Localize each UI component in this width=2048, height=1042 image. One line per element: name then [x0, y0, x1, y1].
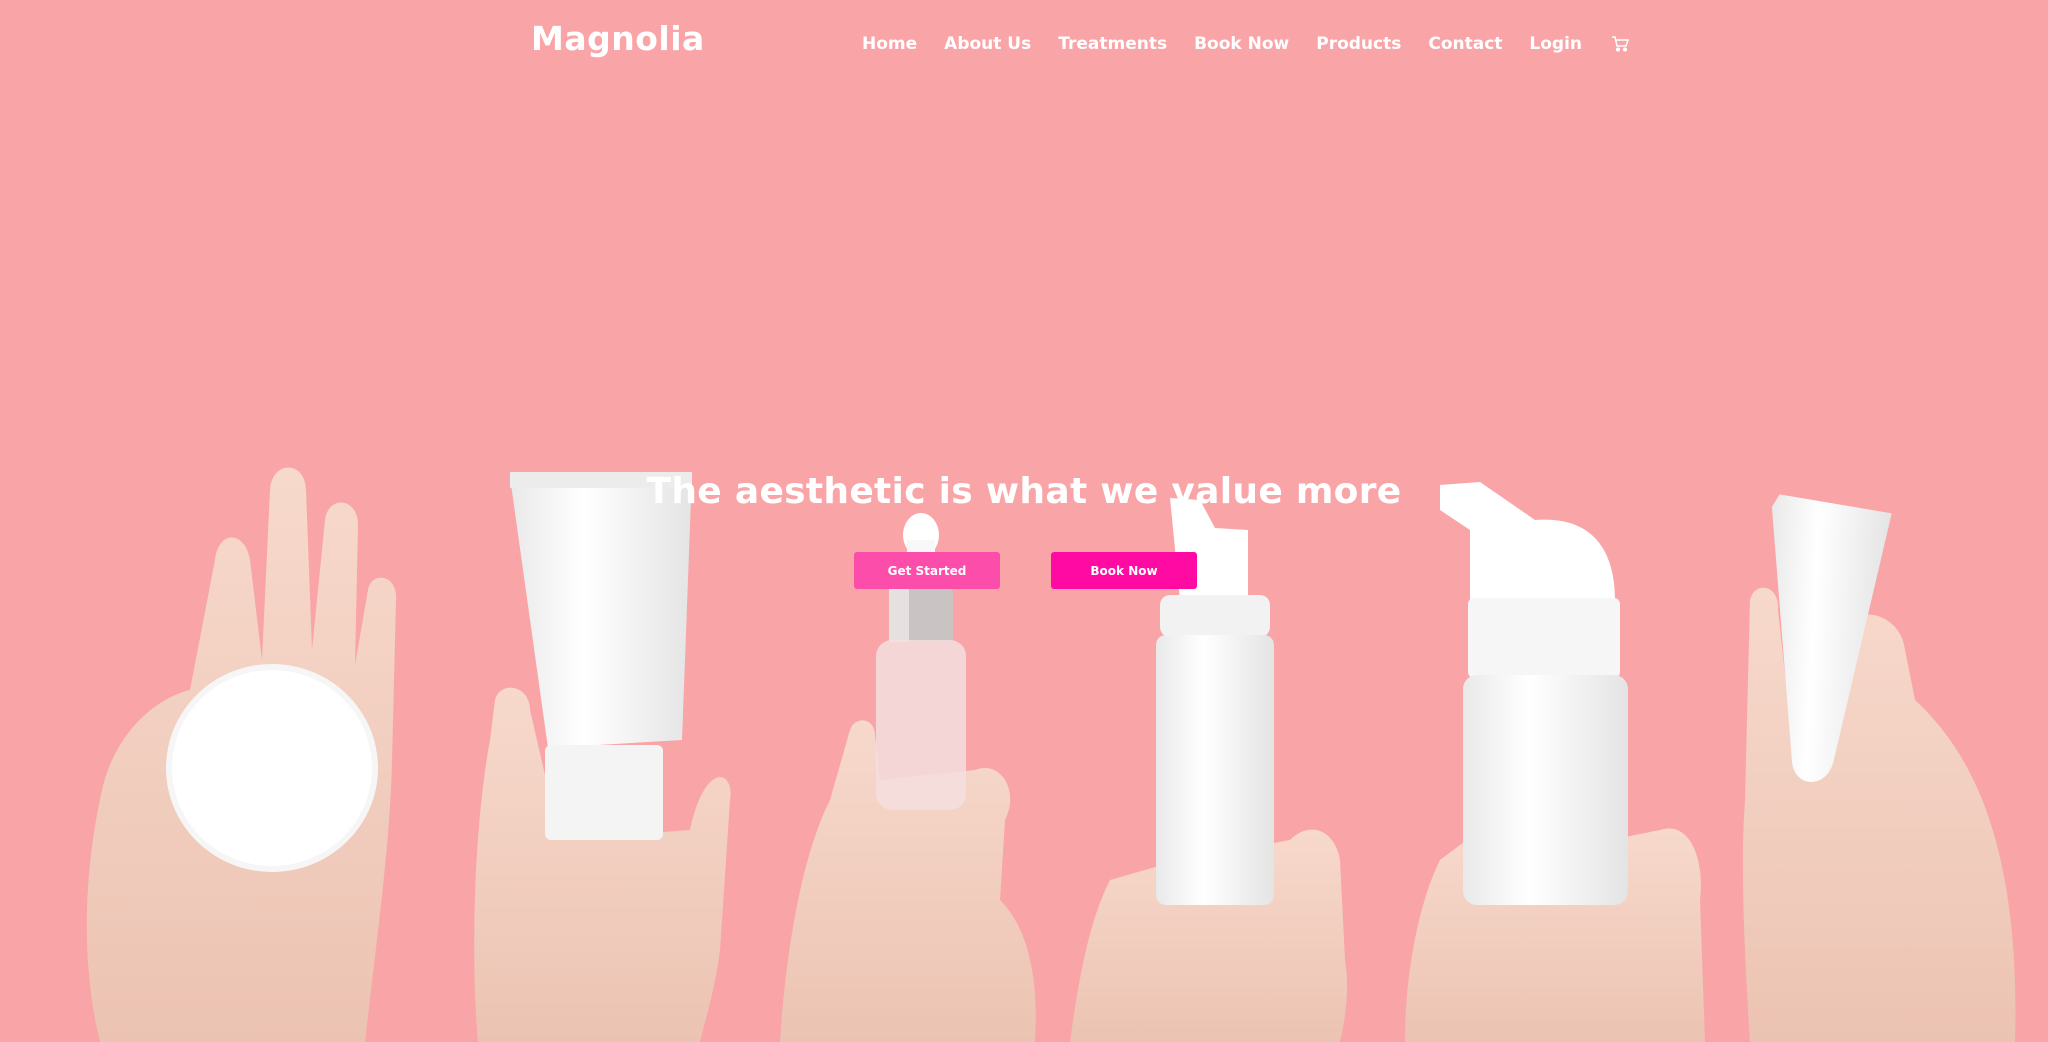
hand-small-tube: [1742, 494, 2016, 1042]
main-nav: Home About Us Treatments Book Now Produc…: [862, 34, 1631, 54]
brand-logo[interactable]: Magnolia: [531, 19, 705, 58]
hand-tube: [474, 472, 731, 1042]
nav-item-about-us[interactable]: About Us: [944, 34, 1031, 54]
nav-item-login[interactable]: Login: [1529, 34, 1582, 54]
nav-item-book-now[interactable]: Book Now: [1194, 34, 1289, 54]
nav-item-products[interactable]: Products: [1316, 34, 1401, 54]
hand-cotton-pad: [86, 467, 397, 1042]
hand-airless-pump: [1405, 482, 1705, 1042]
get-started-button[interactable]: Get Started: [854, 552, 1000, 589]
nav-item-home[interactable]: Home: [862, 34, 917, 54]
hero-image: [86, 467, 2016, 1042]
nav-item-treatments[interactable]: Treatments: [1058, 34, 1167, 54]
nav-item-contact[interactable]: Contact: [1428, 34, 1502, 54]
hero-title: The aesthetic is what we value more: [646, 471, 1402, 513]
hand-dropper: [780, 513, 1036, 1042]
book-now-button[interactable]: Book Now: [1051, 552, 1197, 589]
cart-icon[interactable]: [1611, 34, 1631, 54]
